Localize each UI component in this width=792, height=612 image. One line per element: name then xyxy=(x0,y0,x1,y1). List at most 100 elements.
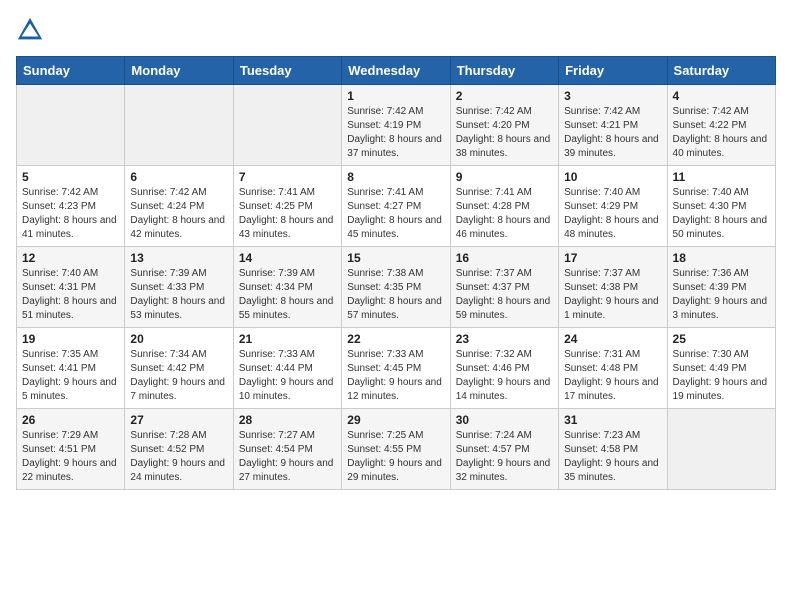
calendar-cell: 21Sunrise: 7:33 AM Sunset: 4:44 PM Dayli… xyxy=(233,328,341,409)
calendar-cell xyxy=(125,85,233,166)
calendar-cell: 13 Sunrise: 7:39 AM Sunset: 4:33 PM Dayli… xyxy=(125,247,233,328)
calendar-cell: 29 Sunrise: 7:25 AM Sunset: 4:55 PM Dayli… xyxy=(342,409,450,490)
day-number: 1 xyxy=(347,89,444,103)
day-of-week-header: Saturday xyxy=(667,57,775,85)
day-number: 2 xyxy=(456,89,553,103)
day-info: Sunrise: 7:37 AM Sunset: 4:37 PM Dayligh… xyxy=(456,267,553,323)
day-number: 6 xyxy=(130,170,227,184)
day-number: 13 xyxy=(130,251,227,265)
calendar-cell: 31 Sunrise: 7:23 AM Sunset: 4:58 PM Dayli… xyxy=(559,409,667,490)
day-number: 15 xyxy=(347,251,444,265)
day-number: 16 xyxy=(456,251,553,265)
day-number: 23 xyxy=(456,332,553,346)
calendar-cell: 15 Sunrise: 7:38 AM Sunset: 4:35 PM Dayli… xyxy=(342,247,450,328)
calendar-table: SundayMondayTuesdayWednesdayThursdayFrid… xyxy=(16,56,776,490)
day-of-week-header: Wednesday xyxy=(342,57,450,85)
calendar-week-row: 12 Sunrise: 7:40 AM Sunset: 4:31 PM Dayli… xyxy=(17,247,776,328)
day-info: Sunrise: 7:42 AM Sunset: 4:23 PM Dayligh… xyxy=(22,186,119,242)
day-number: 4 xyxy=(673,89,770,103)
calendar-cell: 5 Sunrise: 7:42 AM Sunset: 4:23 PM Daylig… xyxy=(17,166,125,247)
header xyxy=(16,16,776,44)
calendar-header-row: SundayMondayTuesdayWednesdayThursdayFrid… xyxy=(17,57,776,85)
calendar-cell xyxy=(233,85,341,166)
day-number: 24 xyxy=(564,332,661,346)
calendar-cell: 1Sunrise: 7:42 AM Sunset: 4:19 PM Daylig… xyxy=(342,85,450,166)
day-info: Sunrise: 7:41 AM Sunset: 4:28 PM Dayligh… xyxy=(456,186,553,242)
calendar-cell: 14Sunrise: 7:39 AM Sunset: 4:34 PM Dayli… xyxy=(233,247,341,328)
calendar-cell: 12 Sunrise: 7:40 AM Sunset: 4:31 PM Dayli… xyxy=(17,247,125,328)
logo-icon xyxy=(16,16,44,44)
day-number: 20 xyxy=(130,332,227,346)
day-info: Sunrise: 7:42 AM Sunset: 4:22 PM Dayligh… xyxy=(673,105,770,161)
calendar-cell xyxy=(17,85,125,166)
day-info: Sunrise: 7:42 AM Sunset: 4:21 PM Dayligh… xyxy=(564,105,661,161)
calendar-cell: 22Sunrise: 7:33 AM Sunset: 4:45 PM Dayli… xyxy=(342,328,450,409)
day-number: 8 xyxy=(347,170,444,184)
day-info: Sunrise: 7:34 AM Sunset: 4:42 PM Dayligh… xyxy=(130,348,227,404)
calendar-cell: 20 Sunrise: 7:34 AM Sunset: 4:42 PM Dayli… xyxy=(125,328,233,409)
calendar-week-row: 1Sunrise: 7:42 AM Sunset: 4:19 PM Daylig… xyxy=(17,85,776,166)
logo xyxy=(16,16,48,44)
calendar-week-row: 26 Sunrise: 7:29 AM Sunset: 4:51 PM Dayli… xyxy=(17,409,776,490)
day-number: 27 xyxy=(130,413,227,427)
day-info: Sunrise: 7:29 AM Sunset: 4:51 PM Dayligh… xyxy=(22,429,119,485)
day-number: 17 xyxy=(564,251,661,265)
day-info: Sunrise: 7:38 AM Sunset: 4:35 PM Dayligh… xyxy=(347,267,444,323)
day-info: Sunrise: 7:35 AM Sunset: 4:41 PM Dayligh… xyxy=(22,348,119,404)
day-number: 19 xyxy=(22,332,119,346)
calendar-cell: 8 Sunrise: 7:41 AM Sunset: 4:27 PM Daylig… xyxy=(342,166,450,247)
calendar-cell: 11Sunrise: 7:40 AM Sunset: 4:30 PM Dayli… xyxy=(667,166,775,247)
day-info: Sunrise: 7:30 AM Sunset: 4:49 PM Dayligh… xyxy=(673,348,770,404)
calendar-cell: 10Sunrise: 7:40 AM Sunset: 4:29 PM Dayli… xyxy=(559,166,667,247)
day-number: 29 xyxy=(347,413,444,427)
day-number: 14 xyxy=(239,251,336,265)
calendar-cell: 16 Sunrise: 7:37 AM Sunset: 4:37 PM Dayli… xyxy=(450,247,558,328)
day-of-week-header: Monday xyxy=(125,57,233,85)
calendar-cell: 28 Sunrise: 7:27 AM Sunset: 4:54 PM Dayli… xyxy=(233,409,341,490)
day-info: Sunrise: 7:25 AM Sunset: 4:55 PM Dayligh… xyxy=(347,429,444,485)
calendar-cell: 4 Sunrise: 7:42 AM Sunset: 4:22 PM Daylig… xyxy=(667,85,775,166)
day-of-week-header: Tuesday xyxy=(233,57,341,85)
day-info: Sunrise: 7:32 AM Sunset: 4:46 PM Dayligh… xyxy=(456,348,553,404)
day-number: 31 xyxy=(564,413,661,427)
day-number: 21 xyxy=(239,332,336,346)
calendar-cell: 30 Sunrise: 7:24 AM Sunset: 4:57 PM Dayli… xyxy=(450,409,558,490)
calendar-cell: 27 Sunrise: 7:28 AM Sunset: 4:52 PM Dayli… xyxy=(125,409,233,490)
day-info: Sunrise: 7:28 AM Sunset: 4:52 PM Dayligh… xyxy=(130,429,227,485)
calendar-cell: 25 Sunrise: 7:30 AM Sunset: 4:49 PM Dayli… xyxy=(667,328,775,409)
day-info: Sunrise: 7:41 AM Sunset: 4:27 PM Dayligh… xyxy=(347,186,444,242)
calendar-week-row: 19 Sunrise: 7:35 AM Sunset: 4:41 PM Dayli… xyxy=(17,328,776,409)
calendar-cell: 9 Sunrise: 7:41 AM Sunset: 4:28 PM Daylig… xyxy=(450,166,558,247)
day-info: Sunrise: 7:40 AM Sunset: 4:30 PM Dayligh… xyxy=(673,186,770,242)
day-of-week-header: Sunday xyxy=(17,57,125,85)
day-info: Sunrise: 7:39 AM Sunset: 4:33 PM Dayligh… xyxy=(130,267,227,323)
calendar-cell: 3 Sunrise: 7:42 AM Sunset: 4:21 PM Daylig… xyxy=(559,85,667,166)
day-number: 12 xyxy=(22,251,119,265)
day-of-week-header: Thursday xyxy=(450,57,558,85)
calendar-cell: 23 Sunrise: 7:32 AM Sunset: 4:46 PM Dayli… xyxy=(450,328,558,409)
day-info: Sunrise: 7:33 AM Sunset: 4:45 PM Dayligh… xyxy=(347,348,444,404)
day-info: Sunrise: 7:23 AM Sunset: 4:58 PM Dayligh… xyxy=(564,429,661,485)
day-number: 5 xyxy=(22,170,119,184)
calendar-cell: 2 Sunrise: 7:42 AM Sunset: 4:20 PM Daylig… xyxy=(450,85,558,166)
day-info: Sunrise: 7:24 AM Sunset: 4:57 PM Dayligh… xyxy=(456,429,553,485)
day-number: 18 xyxy=(673,251,770,265)
day-number: 30 xyxy=(456,413,553,427)
day-number: 9 xyxy=(456,170,553,184)
day-info: Sunrise: 7:42 AM Sunset: 4:20 PM Dayligh… xyxy=(456,105,553,161)
day-info: Sunrise: 7:41 AM Sunset: 4:25 PM Dayligh… xyxy=(239,186,336,242)
day-number: 26 xyxy=(22,413,119,427)
day-of-week-header: Friday xyxy=(559,57,667,85)
calendar-cell xyxy=(667,409,775,490)
day-info: Sunrise: 7:36 AM Sunset: 4:39 PM Dayligh… xyxy=(673,267,770,323)
day-number: 3 xyxy=(564,89,661,103)
calendar-cell: 6Sunrise: 7:42 AM Sunset: 4:24 PM Daylig… xyxy=(125,166,233,247)
day-info: Sunrise: 7:31 AM Sunset: 4:48 PM Dayligh… xyxy=(564,348,661,404)
day-number: 28 xyxy=(239,413,336,427)
calendar-cell: 24 Sunrise: 7:31 AM Sunset: 4:48 PM Dayli… xyxy=(559,328,667,409)
day-number: 25 xyxy=(673,332,770,346)
day-number: 7 xyxy=(239,170,336,184)
day-info: Sunrise: 7:40 AM Sunset: 4:31 PM Dayligh… xyxy=(22,267,119,323)
calendar-cell: 26 Sunrise: 7:29 AM Sunset: 4:51 PM Dayli… xyxy=(17,409,125,490)
day-info: Sunrise: 7:27 AM Sunset: 4:54 PM Dayligh… xyxy=(239,429,336,485)
